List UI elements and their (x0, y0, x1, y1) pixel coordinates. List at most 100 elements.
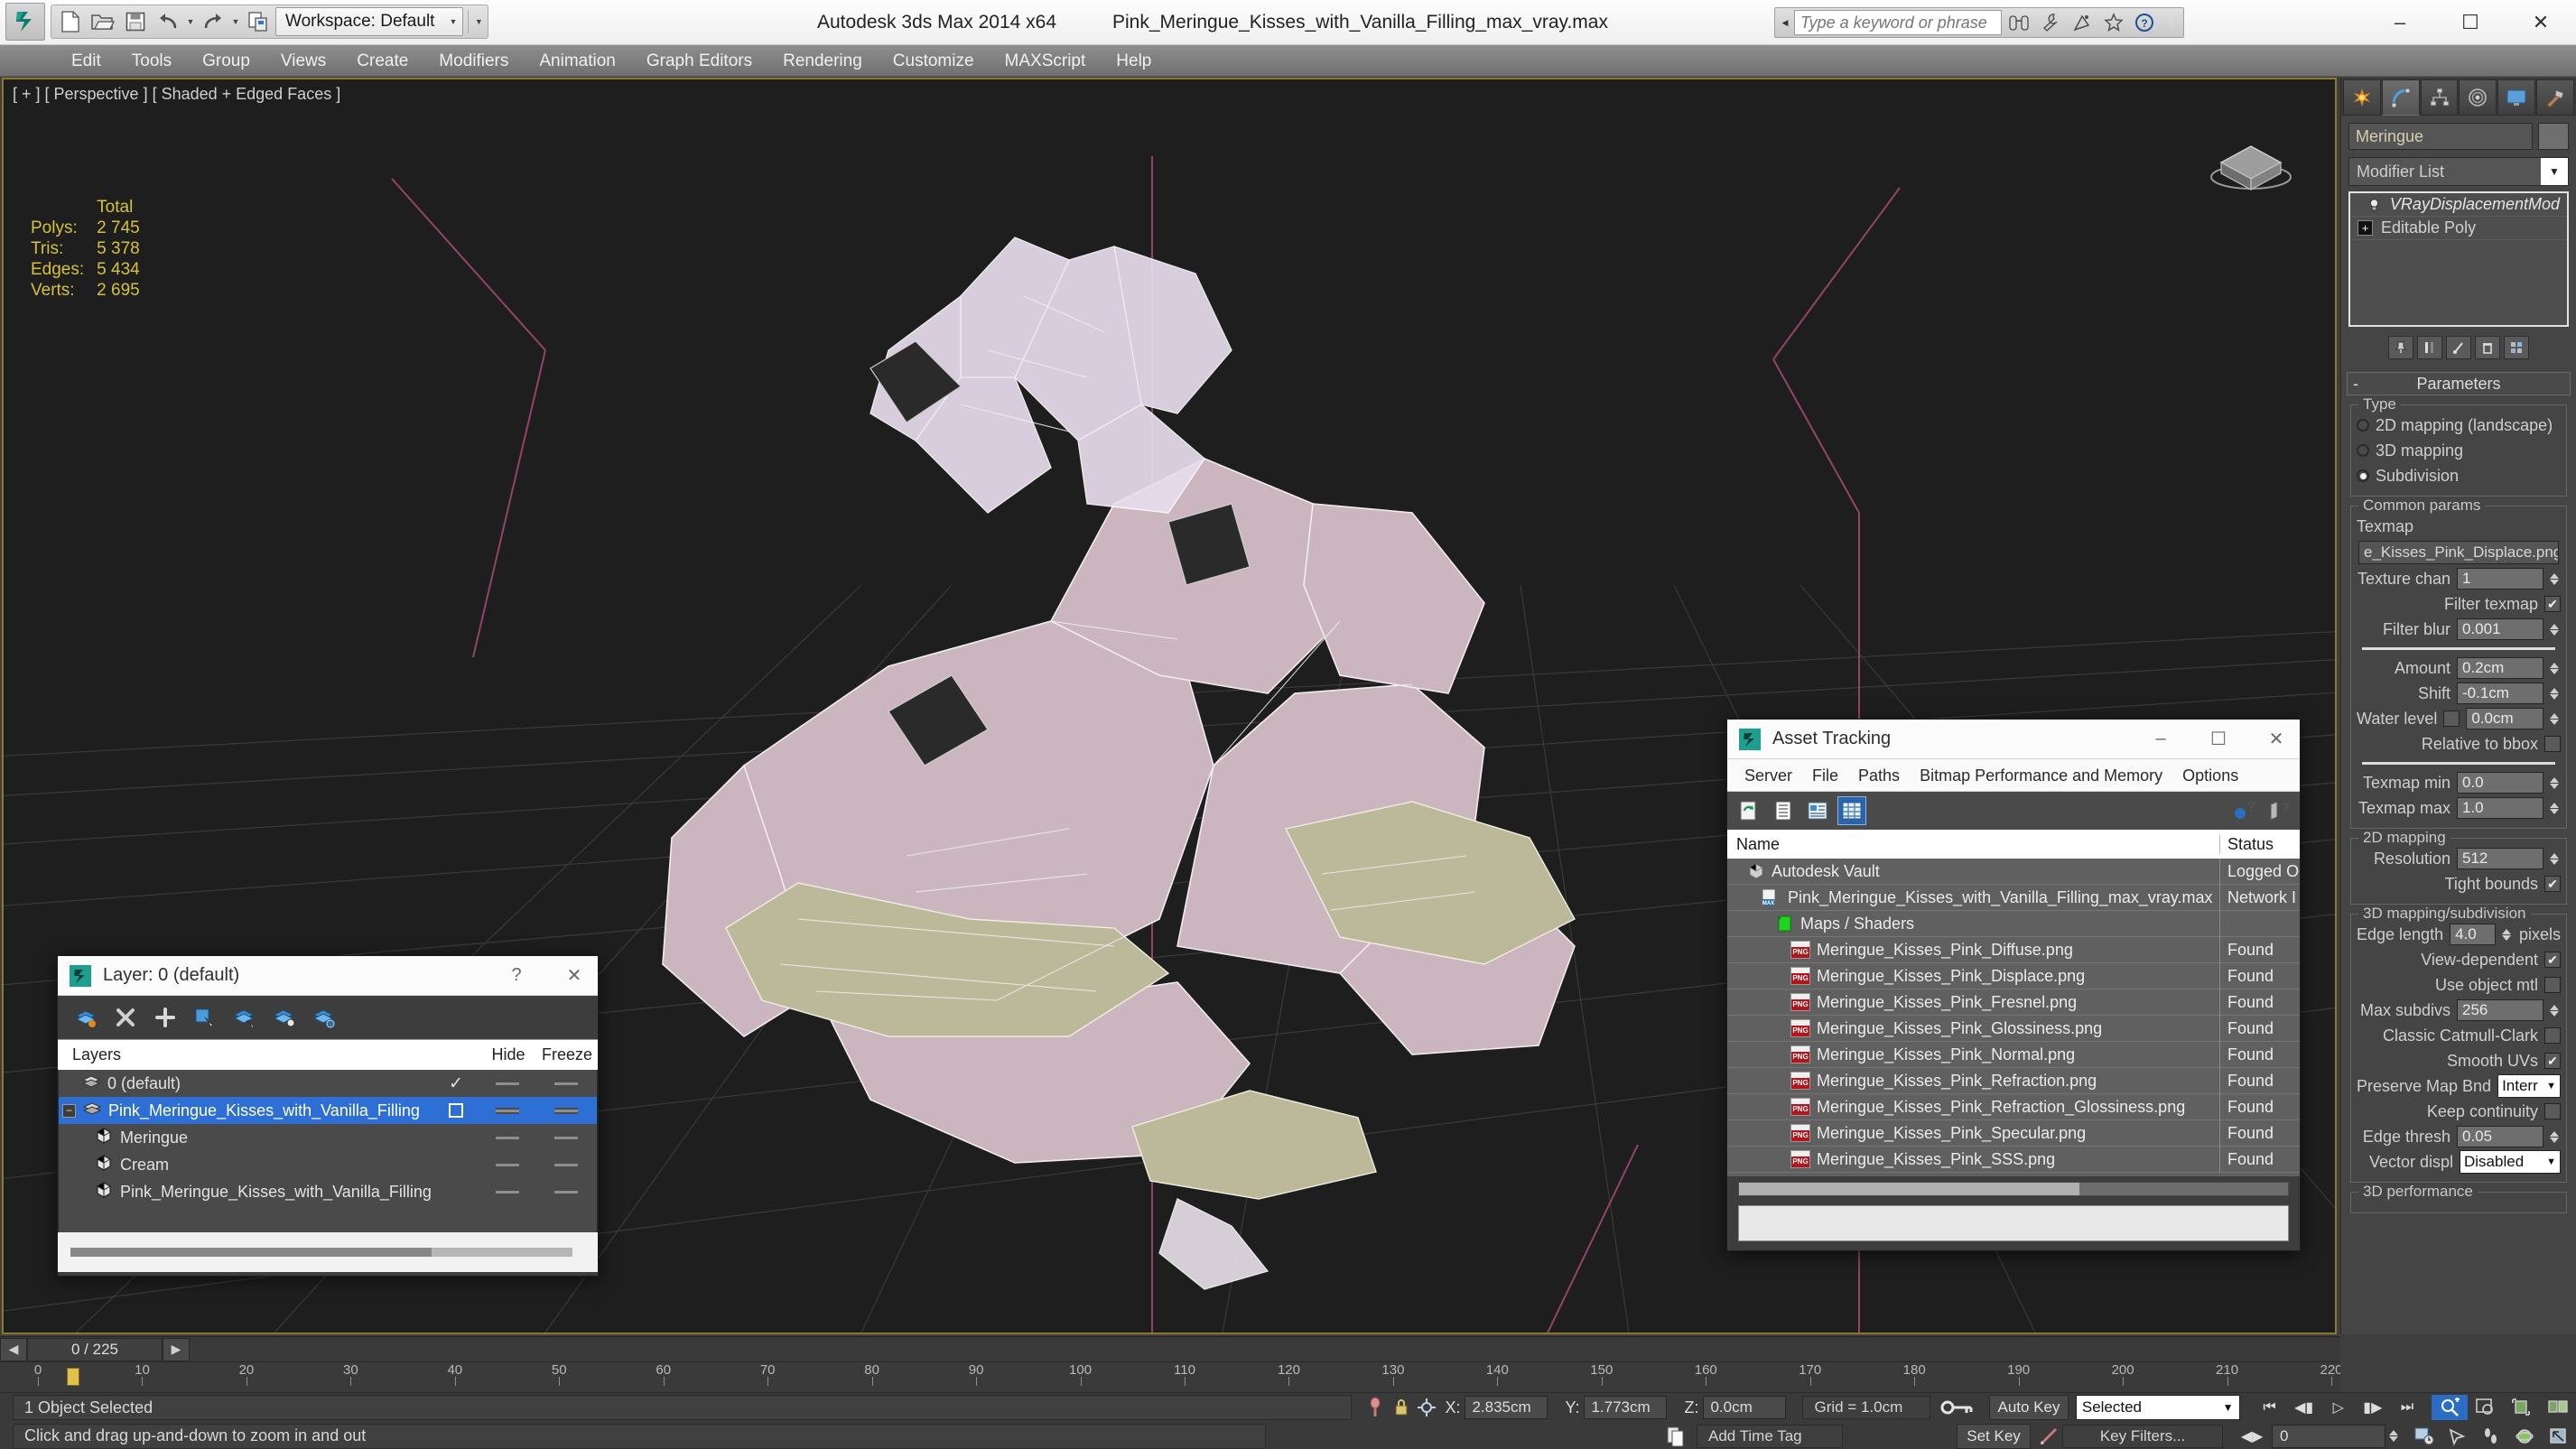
texmap-button[interactable]: e_Kisses_Pink_Displace.png) (2358, 541, 2559, 564)
asset-row[interactable]: Maps / Shaders (1727, 910, 2300, 937)
layer-add-icon[interactable] (150, 1002, 181, 1033)
detail-view-icon[interactable] (1803, 796, 1832, 825)
app-logo-button[interactable] (5, 3, 45, 41)
maximize-viewport-icon[interactable] (2543, 1424, 2576, 1449)
collapse-icon[interactable]: - (2353, 375, 2358, 394)
keep-continuity-checkbox[interactable] (2544, 1103, 2561, 1119)
asset-row[interactable]: PNG Meringue_Kisses_Pink_Refraction.png Fo… (1727, 1067, 2300, 1094)
coord-y-field[interactable]: 1.773cm (1584, 1396, 1668, 1419)
layer-current-toggle[interactable]: ✓ (432, 1073, 479, 1094)
layer-settings-icon[interactable] (309, 1002, 339, 1033)
asset-row[interactable]: PNG Meringue_Kisses_Pink_SSS.png Found (1727, 1146, 2300, 1173)
menu-item-maxscript[interactable]: MAXScript (990, 45, 1102, 77)
layer-hide-toggle[interactable] (479, 1134, 535, 1141)
smooth-uvs-checkbox[interactable]: ✔ (2544, 1053, 2561, 1069)
texmap-max-spinner[interactable] (2550, 797, 2561, 819)
edge-length-field[interactable]: 4.0 (2450, 924, 2496, 945)
motion-tab-icon[interactable] (2459, 79, 2497, 116)
asset-dialog-titlebar[interactable]: Asset Tracking – ☐ ✕ (1727, 720, 2300, 759)
coord-z-field[interactable]: 0.0cm (1703, 1396, 1787, 1419)
classic-catmull-clark-checkbox[interactable] (2544, 1027, 2561, 1044)
make-unique-icon[interactable] (2446, 336, 2471, 359)
layer-dialog[interactable]: Layer: 0 (default) ? ✕ Layers Hide Freez… (57, 955, 599, 1277)
asset-menu-bitmap-performance-and-memory[interactable]: Bitmap Performance and Memory (1910, 759, 2172, 792)
zoom-extents-icon[interactable] (2504, 1395, 2540, 1420)
vector-displ-dropdown[interactable]: Disabled ▼ (2460, 1150, 2561, 1174)
refresh-icon[interactable] (1734, 796, 1763, 825)
timeline-ruler[interactable]: 0 10 20 30 40 50 60 70 80 90 100 110 120 130 140 150 160… (0, 1361, 2340, 1392)
current-frame-field[interactable]: 0 (2271, 1424, 2385, 1448)
amount-spinner[interactable] (2550, 657, 2561, 679)
search-input[interactable] (1794, 10, 2002, 35)
show-end-result-icon[interactable] (2417, 336, 2442, 359)
texture-chan-field[interactable]: 1 (2457, 568, 2543, 590)
menu-item-graph-editors[interactable]: Graph Editors (631, 45, 767, 77)
resolution-field[interactable]: 512 (2457, 848, 2543, 869)
type-option-2d[interactable]: 2D mapping (landscape) (2357, 413, 2561, 438)
layer-freeze-toggle[interactable] (535, 1161, 597, 1168)
menu-item-views[interactable]: Views (265, 45, 341, 77)
menu-item-group[interactable]: Group (187, 45, 265, 77)
asset-minimize-button[interactable]: – (2137, 720, 2184, 759)
edge-thresh-spinner[interactable] (2550, 1126, 2561, 1147)
layer-row[interactable]: 0 (default) ✓ (59, 1070, 597, 1097)
modifier-list-dropdown[interactable]: Modifier List ▼ (2348, 157, 2569, 186)
bulb-icon[interactable] (2367, 197, 2382, 212)
infocenter-caret-icon[interactable]: ◀ (1779, 18, 1791, 28)
layer-hide-toggle[interactable] (479, 1107, 535, 1114)
help-dropdown-caret[interactable]: ▼ (2162, 13, 2180, 33)
max-subdivs-field[interactable]: 256 (2457, 999, 2543, 1021)
configure-sets-icon[interactable] (2504, 336, 2529, 359)
menu-item-help[interactable]: Help (1101, 45, 1167, 77)
redo-icon[interactable] (198, 7, 228, 36)
layer-hide-toggle[interactable] (479, 1188, 535, 1195)
modifier-stack-item-poly[interactable]: + Editable Poly (2350, 217, 2567, 240)
parameters-rollout-header[interactable]: - Parameters (2347, 372, 2571, 395)
asset-row[interactable]: PNG Meringue_Kisses_Pink_Refraction_Gloss… (1727, 1093, 2300, 1120)
asset-row[interactable]: PNG Meringue_Kisses_Pink_Glossiness.png Fo… (1727, 1015, 2300, 1042)
asset-menu-server[interactable]: Server (1734, 759, 1802, 792)
copy-timetag-icon[interactable] (1663, 1424, 1688, 1449)
layer-row[interactable]: Cream (59, 1151, 597, 1178)
goto-start-icon[interactable]: ⏮ (2253, 1395, 2287, 1420)
layer-list[interactable]: 0 (default) ✓ − Pink_Meringue_Kisses_with_V… (58, 1070, 598, 1232)
workspace-combo[interactable]: Workspace: Default ▼ (275, 7, 464, 36)
display-tab-icon[interactable] (2497, 79, 2536, 116)
object-name-input[interactable]: Meringue (2348, 123, 2533, 150)
layer-row[interactable]: Pink_Meringue_Kisses_with_Vanilla_Fillin… (59, 1178, 597, 1205)
use-object-mtl-checkbox[interactable] (2544, 977, 2561, 993)
hierarchy-tab-icon[interactable] (2420, 79, 2459, 116)
texmap-max-field[interactable]: 1.0 (2457, 797, 2543, 819)
layer-highlight-selected-icon[interactable] (269, 1002, 300, 1033)
layer-select-object-icon[interactable] (190, 1002, 220, 1033)
asset-row[interactable]: PNG Meringue_Kisses_Pink_Fresnel.png Found (1727, 989, 2300, 1016)
help-new-icon[interactable]: ? (2229, 796, 2258, 825)
zoom-region-icon[interactable] (2431, 1395, 2468, 1420)
key-filters-button[interactable]: Key Filters... (2061, 1424, 2224, 1448)
menu-item-tools[interactable]: Tools (116, 45, 187, 77)
play-icon[interactable]: ▷ (2321, 1395, 2356, 1420)
list-view-icon[interactable] (1769, 796, 1798, 825)
wrench-icon[interactable] (2036, 9, 2065, 36)
texmap-min-field[interactable]: 0.0 (2457, 772, 2543, 794)
qat-more-caret[interactable]: ▼ (473, 7, 484, 36)
filter-texmap-checkbox[interactable]: ✔ (2544, 596, 2561, 612)
utilities-tab-icon[interactable] (2536, 79, 2574, 116)
type-option-3d[interactable]: 3D mapping (2357, 438, 2561, 463)
tight-bounds-checkbox[interactable]: ✔ (2544, 876, 2561, 892)
layer-horizontal-scrollbar[interactable] (70, 1248, 572, 1257)
asset-menu-paths[interactable]: Paths (1848, 759, 1910, 792)
orbit-icon[interactable] (2508, 1424, 2542, 1449)
layer-freeze-toggle[interactable] (535, 1080, 597, 1087)
next-key-button[interactable]: ▶ (163, 1337, 190, 1361)
save-file-icon[interactable] (120, 7, 151, 36)
maximize-button[interactable]: ☐ (2435, 0, 2506, 45)
radio-3d-mapping[interactable] (2357, 444, 2369, 457)
layer-freeze-toggle[interactable] (535, 1188, 597, 1195)
asset-row[interactable]: PNG Meringue_Kisses_Pink_Displace.png Foun… (1727, 962, 2300, 989)
water-level-spinner[interactable] (2550, 708, 2561, 729)
layer-dialog-titlebar[interactable]: Layer: 0 (default) ? ✕ (58, 956, 598, 996)
asset-close-button[interactable]: ✕ (2253, 720, 2300, 759)
shift-spinner[interactable] (2550, 683, 2561, 704)
time-slider-handle[interactable] (67, 1368, 79, 1386)
